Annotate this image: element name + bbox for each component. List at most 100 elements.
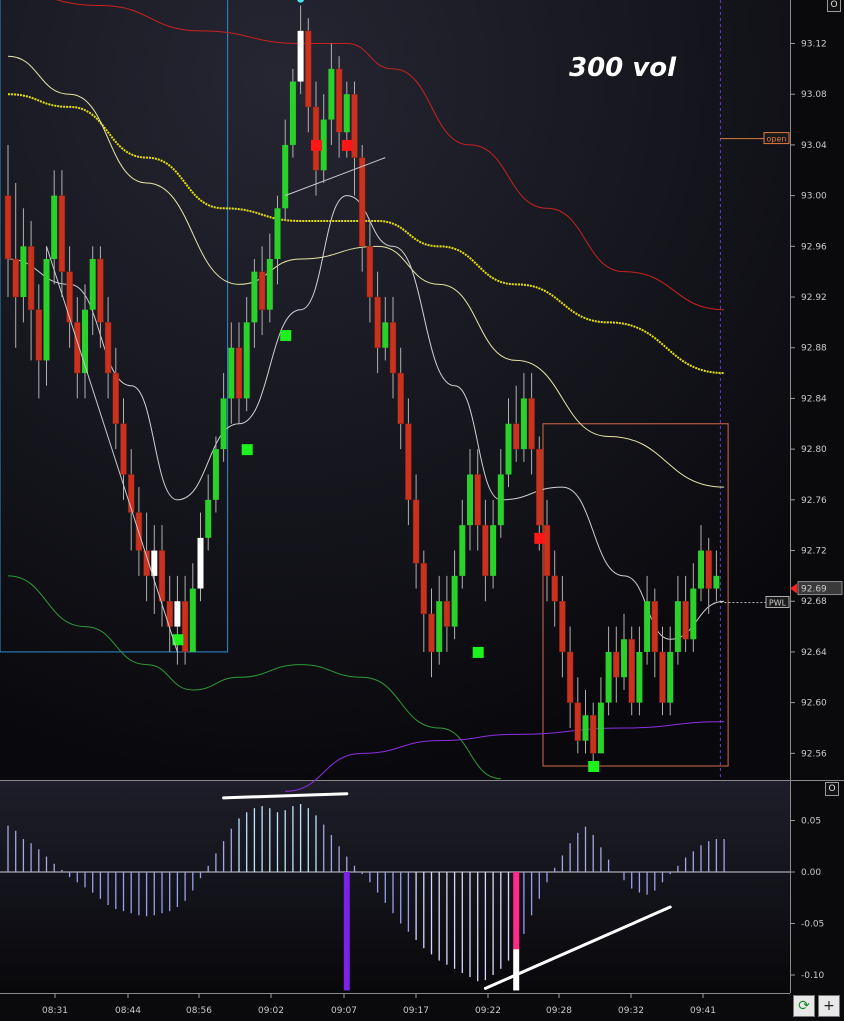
- candle-body: [335, 68, 343, 133]
- candle-body: [58, 195, 66, 272]
- candle-body: [459, 525, 466, 576]
- price-tick-label: 92.76: [801, 496, 827, 506]
- candle-body: [112, 372, 120, 425]
- candle-body: [35, 309, 43, 361]
- candle-body: [158, 550, 166, 602]
- candle-body: [690, 588, 697, 640]
- candle-body: [343, 94, 350, 133]
- candle: [628, 626, 635, 716]
- price-tick-label: 93.00: [801, 192, 827, 202]
- candle-body: [43, 259, 50, 361]
- price-panel-options-button[interactable]: O: [827, 0, 841, 12]
- candle-body: [151, 550, 158, 576]
- candle-body: [212, 449, 219, 500]
- price-tick-label: 92.56: [801, 749, 827, 759]
- candle-body: [12, 258, 19, 298]
- chart-stage: open PWL 93.12 93.08 93.04 93.00 92.96 92.92 92…: [0, 0, 844, 1021]
- buy-marker: [472, 646, 484, 658]
- add-panel-button[interactable]: +: [818, 995, 840, 1017]
- time-tick-label: 08:56: [186, 1006, 212, 1016]
- price-chart[interactable]: open PWL 93.12 93.08 93.04 93.00 92.96 92.92 92…: [0, 0, 844, 1021]
- candle-body: [605, 651, 612, 703]
- time-tick-label: 08:31: [42, 1006, 68, 1016]
- price-tick-label: 92.96: [801, 242, 827, 252]
- candle-body: [397, 372, 404, 425]
- time-tick-label: 09:02: [258, 1006, 284, 1016]
- candle-body: [520, 398, 527, 450]
- oscillator-options-button[interactable]: O: [825, 782, 839, 796]
- candle-body: [382, 322, 389, 348]
- time-tick-label: 09:41: [690, 1006, 716, 1016]
- candle-body: [597, 702, 604, 754]
- candle-body: [443, 600, 451, 627]
- refresh-icon[interactable]: ⟳: [793, 995, 815, 1017]
- sell-marker: [341, 139, 353, 151]
- sell-marker: [311, 139, 322, 151]
- candle-body: [436, 601, 443, 652]
- buy-marker: [280, 330, 292, 342]
- candle-body: [467, 474, 473, 526]
- candle-body: [512, 423, 520, 450]
- candle-body: [451, 575, 458, 627]
- candle-body: [405, 423, 412, 501]
- price-tick-label: 92.68: [801, 597, 827, 607]
- candle-body: [497, 474, 504, 526]
- price-tick-label: 92.88: [801, 344, 827, 354]
- candle-body: [528, 398, 535, 450]
- oscillator-highlight-bar: [513, 872, 520, 950]
- candle-body: [197, 537, 204, 589]
- candle-body: [266, 259, 273, 310]
- candle-body: [474, 474, 481, 526]
- candle-body: [613, 651, 620, 678]
- oscillator-plot-background: [0, 781, 790, 993]
- candle-body: [274, 208, 281, 259]
- candle-body: [621, 639, 627, 678]
- candle-body: [582, 715, 589, 741]
- price-tick-label: 93.04: [801, 141, 827, 151]
- candle-body: [543, 524, 551, 577]
- candle-body: [235, 347, 243, 399]
- pwl-level-label: PWL: [769, 598, 787, 607]
- buy-marker: [588, 761, 600, 772]
- price-tick-label: 92.64: [801, 648, 827, 658]
- candle-body: [412, 499, 420, 564]
- candle-body: [243, 322, 250, 399]
- candle-body: [127, 474, 135, 513]
- candle-body: [366, 246, 374, 298]
- candle-body: [312, 106, 320, 171]
- time-tick-label: 09:17: [403, 1006, 429, 1016]
- candle-body: [51, 195, 58, 259]
- oscillator-tick-label: -0.10: [801, 971, 825, 981]
- candle: [289, 68, 296, 158]
- time-tick-label: 09:28: [546, 1006, 572, 1016]
- candle-body: [220, 398, 227, 450]
- sell-marker: [534, 532, 546, 544]
- candle-body: [667, 651, 674, 703]
- candle-body: [174, 601, 181, 627]
- candle-body: [389, 322, 397, 374]
- candle-body: [713, 575, 720, 589]
- candle-body: [559, 600, 566, 653]
- candle-body: [566, 651, 574, 703]
- oscillator-highlight-bar: [513, 949, 520, 991]
- candle-body: [251, 271, 258, 323]
- buy-marker: [172, 634, 184, 646]
- candle-body: [289, 81, 296, 145]
- candle-body: [258, 271, 266, 310]
- oscillator-tick-label: -0.05: [801, 920, 824, 930]
- time-tick-label: 08:44: [115, 1006, 141, 1016]
- candle-body: [705, 550, 712, 589]
- candle-body: [551, 575, 558, 602]
- candle-body: [651, 600, 659, 653]
- buy-marker: [241, 444, 253, 456]
- candle-body: [104, 322, 112, 374]
- time-tick-label: 09:07: [331, 1006, 357, 1016]
- candle-body: [97, 258, 104, 323]
- time-tick-label: 09:22: [475, 1006, 501, 1016]
- candle-body: [698, 550, 704, 589]
- oscillator-tick-label: 0.00: [801, 868, 821, 878]
- candle-body: [66, 271, 73, 323]
- price-tick-label: 92.92: [801, 293, 827, 303]
- oscillator-tick-label: 0.05: [801, 817, 821, 827]
- candle-body: [428, 613, 435, 653]
